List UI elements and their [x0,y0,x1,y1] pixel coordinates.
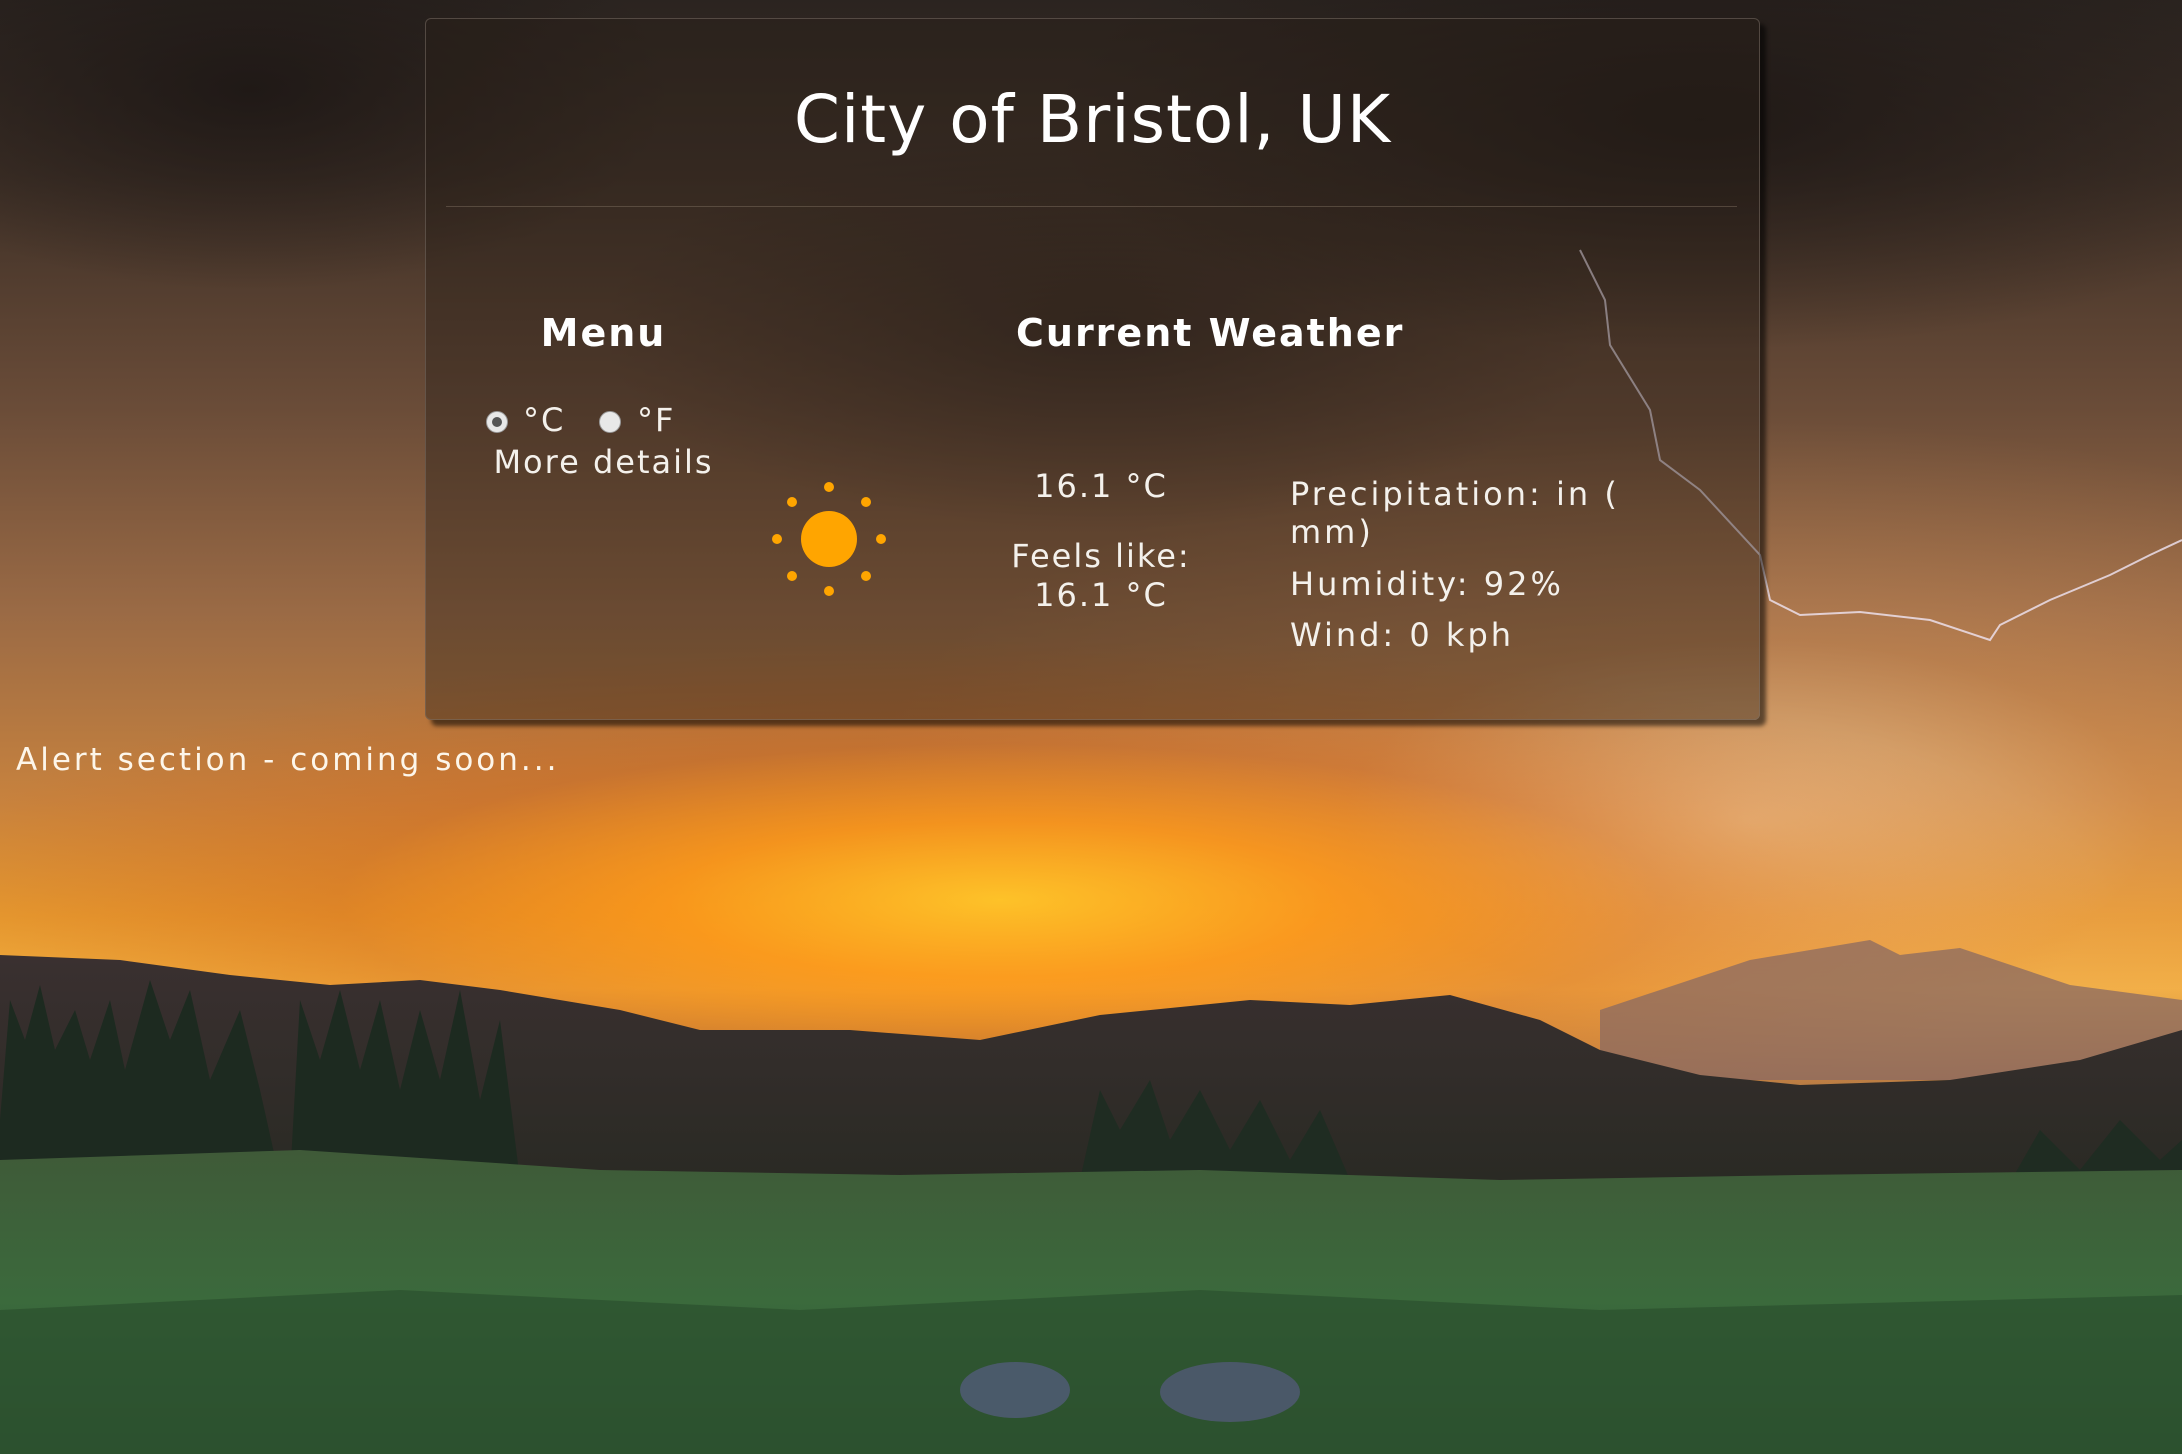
alert-section: Alert section - coming soon... [16,742,560,778]
more-details-link[interactable]: More details [481,443,726,482]
celsius-label[interactable]: °C [523,401,565,439]
wind: Wind: 0 kph [1290,616,1515,654]
sun-icon [772,482,886,596]
title-divider [446,206,1737,207]
fahrenheit-radio[interactable] [599,411,621,433]
fahrenheit-label[interactable]: °F [637,401,675,439]
menu-heading: Menu [540,311,667,355]
current-weather-heading: Current Weather [1016,311,1405,355]
feels-like: Feels like: 16.1 °C [1011,537,1191,614]
precipitation: Precipitation: in ( mm) [1290,475,1620,551]
city-title: City of Bristol, UK [793,81,1392,158]
weather-card: City of Bristol, UK Menu °C °F More deta… [425,18,1760,720]
unit-toggle: °C °F [461,401,761,445]
current-temperature: 16.1 °C [1034,467,1168,505]
weather-details: Precipitation: in ( mm) Humidity: 92% Wi… [1290,475,1690,654]
humidity: Humidity: 92% [1290,565,1564,603]
celsius-radio[interactable] [486,411,508,433]
